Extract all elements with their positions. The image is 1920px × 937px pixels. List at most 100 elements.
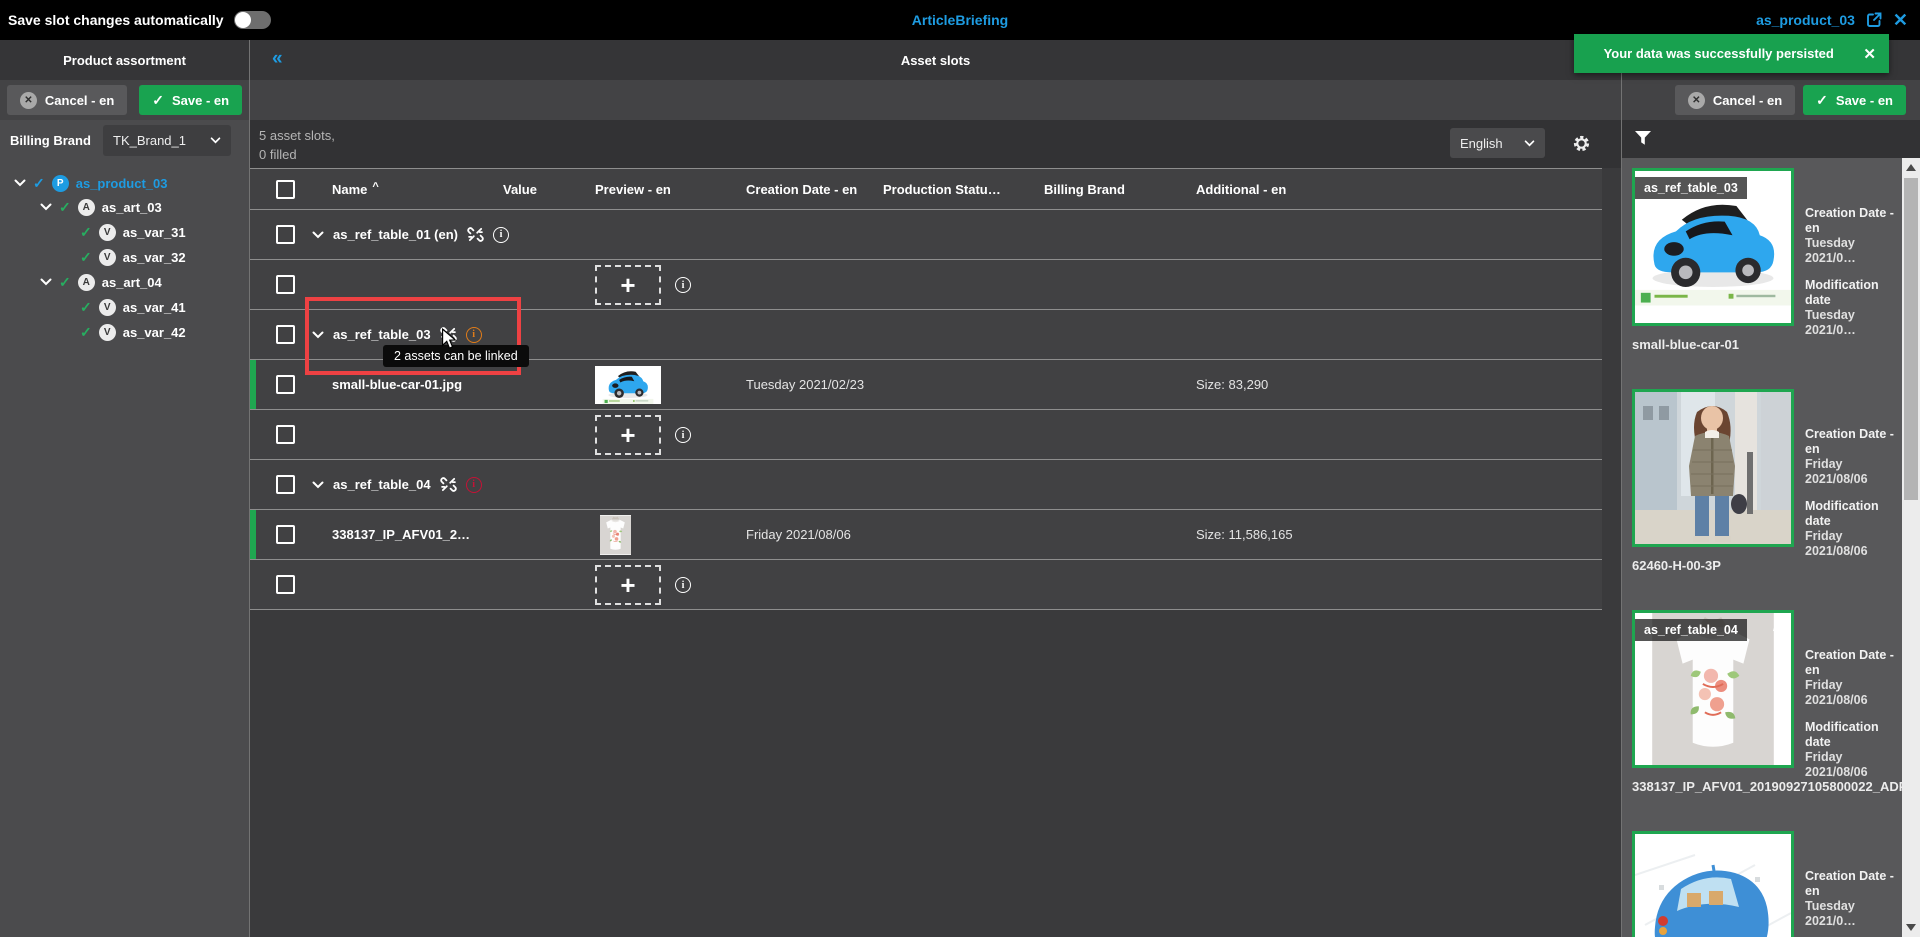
unlink-icon[interactable]: [467, 226, 484, 243]
row-checkbox[interactable]: [276, 375, 295, 394]
tree-node-label[interactable]: as_art_04: [102, 275, 162, 290]
language-select[interactable]: English: [1450, 128, 1545, 158]
tree-node-article[interactable]: ✓ A as_art_03: [40, 197, 162, 217]
scrollbar-thumb[interactable]: [1904, 178, 1918, 500]
variant-badge: V: [99, 249, 116, 266]
column-header-value[interactable]: Value: [503, 169, 537, 209]
asset-card-thumbnail[interactable]: [1632, 389, 1794, 547]
asset-card-thumbnail[interactable]: [1632, 831, 1794, 937]
save-label: Save - en: [1836, 93, 1893, 108]
sidebar-save-button[interactable]: ✓ Save - en: [139, 85, 242, 115]
check-icon: ✓: [59, 199, 71, 216]
asset-card-thumbnail[interactable]: as_ref_table_03: [1632, 168, 1794, 326]
tree-node-variant[interactable]: ✓ V as_var_42: [80, 322, 186, 342]
billing-brand-select[interactable]: TK_Brand_1: [103, 125, 231, 156]
row-checkbox[interactable]: [276, 425, 295, 444]
tree-node-label[interactable]: as_product_03: [76, 176, 168, 191]
row-checkbox[interactable]: [276, 575, 295, 594]
export-icon[interactable]: [1865, 11, 1883, 29]
row-checkbox[interactable]: [276, 475, 295, 494]
main-actions-band: [250, 80, 1621, 120]
scroll-up-icon[interactable]: [1906, 164, 1916, 171]
chevron-down-icon[interactable]: [312, 231, 324, 239]
table-row-group: as_ref_table_04 i: [250, 459, 1602, 509]
sidebar-cancel-button[interactable]: ✕ Cancel - en: [7, 85, 127, 115]
app-root: Save slot changes automatically ArticleB…: [0, 0, 1920, 937]
asset-card-caption: 338137_IP_AFV01_20190927105800022_ADP…: [1632, 779, 1916, 794]
add-asset-button[interactable]: +: [595, 265, 661, 305]
check-icon: ✓: [80, 299, 92, 316]
asset-card-thumbnail[interactable]: as_ref_table_04: [1632, 610, 1794, 768]
tree-node-article[interactable]: ✓ A as_art_04: [40, 272, 162, 292]
tree-node-label[interactable]: as_var_31: [123, 225, 186, 240]
error-info-icon[interactable]: i: [466, 477, 482, 493]
asset-creation-date: Friday 2021/08/06: [746, 510, 851, 559]
row-checkbox[interactable]: [276, 525, 295, 544]
close-briefing-icon[interactable]: ✕: [1893, 11, 1908, 29]
table-row-group: as_ref_table_01 (en) i: [250, 209, 1602, 259]
sidebar-actions: ✕ Cancel - en ✓ Save - en: [0, 80, 249, 120]
filter-icon[interactable]: [1634, 130, 1652, 146]
slot-name: as_ref_table_01 (en): [333, 227, 458, 242]
row-checkbox[interactable]: [276, 325, 295, 344]
chevron-down-icon[interactable]: [312, 481, 324, 489]
asset-preview-image[interactable]: [600, 515, 631, 555]
tree-node-variant[interactable]: ✓ V as_var_41: [80, 297, 186, 317]
chevron-down-icon[interactable]: [40, 203, 52, 211]
scroll-down-icon[interactable]: [1906, 924, 1916, 931]
tree-node-variant[interactable]: ✓ V as_var_31: [80, 222, 186, 242]
article-badge: A: [78, 199, 95, 216]
variant-badge: V: [99, 224, 116, 241]
chevron-down-icon[interactable]: [312, 331, 324, 339]
info-icon[interactable]: i: [675, 277, 691, 293]
mouse-cursor: [441, 328, 458, 351]
product-reference-link[interactable]: as_product_03: [1756, 12, 1855, 28]
asset-preview-image[interactable]: [595, 366, 661, 404]
tree-node-label[interactable]: as_art_03: [102, 200, 162, 215]
tree-node-label[interactable]: as_var_41: [123, 300, 186, 315]
info-icon[interactable]: i: [675, 427, 691, 443]
toast-close-icon[interactable]: ✕: [1863, 45, 1876, 63]
column-header-name[interactable]: Name ^: [332, 169, 379, 209]
tree-node-label[interactable]: as_var_32: [123, 250, 186, 265]
add-asset-button[interactable]: +: [595, 415, 661, 455]
column-header-creation-date[interactable]: Creation Date - en: [746, 169, 857, 209]
woman-jacket-image: [1635, 392, 1791, 544]
asset-creation-date: Tuesday 2021/02/23: [746, 360, 864, 409]
article-badge: A: [78, 274, 95, 291]
right-save-button[interactable]: ✓ Save - en: [1803, 85, 1906, 115]
column-header-preview[interactable]: Preview - en: [595, 169, 671, 209]
vertical-scrollbar[interactable]: [1902, 158, 1920, 937]
column-header-billing-brand[interactable]: Billing Brand: [1044, 169, 1125, 209]
chevron-down-icon[interactable]: [14, 179, 26, 187]
modification-date-value: Friday 2021/08/06: [1805, 750, 1905, 780]
right-cancel-button[interactable]: ✕ Cancel - en: [1675, 85, 1795, 115]
cancel-label: Cancel - en: [45, 93, 114, 108]
gear-icon[interactable]: [1572, 134, 1591, 153]
creation-date-label: Creation Date - en: [1805, 869, 1905, 899]
row-checkbox[interactable]: [276, 225, 295, 244]
creation-date-value: Friday 2021/08/06: [1805, 457, 1905, 487]
slot-assignment-label: as_ref_table_03: [1635, 177, 1747, 199]
sidebar-header: Product assortment: [0, 40, 249, 80]
row-checkbox[interactable]: [276, 275, 295, 294]
column-header-additional[interactable]: Additional - en: [1196, 169, 1286, 209]
column-header-production-status[interactable]: Production Statu…: [883, 169, 1001, 209]
asset-card-info: Creation Date - en Tuesday 2021/0… Modif…: [1805, 206, 1905, 350]
edit-pencil-icon[interactable]: [1771, 176, 1786, 191]
billing-brand-label: Billing Brand: [10, 133, 91, 148]
tree-node-product[interactable]: ✓ P as_product_03: [14, 173, 168, 193]
info-icon[interactable]: i: [675, 577, 691, 593]
add-asset-button[interactable]: +: [595, 565, 661, 605]
tree-node-label[interactable]: as_var_42: [123, 325, 186, 340]
info-icon[interactable]: i: [493, 227, 509, 243]
tree-node-variant[interactable]: ✓ V as_var_32: [80, 247, 186, 267]
linkable-assets-info-icon[interactable]: i: [466, 327, 482, 343]
filled-count: 0 filled: [259, 145, 335, 164]
asset-slots-table: Name ^ Value Preview - en Creation Date …: [250, 168, 1602, 610]
cancel-label: Cancel - en: [1713, 93, 1782, 108]
chevron-down-icon[interactable]: [40, 278, 52, 286]
select-all-checkbox[interactable]: [276, 180, 295, 199]
edit-pencil-icon[interactable]: [1771, 618, 1786, 633]
unlink-icon[interactable]: [440, 476, 457, 493]
